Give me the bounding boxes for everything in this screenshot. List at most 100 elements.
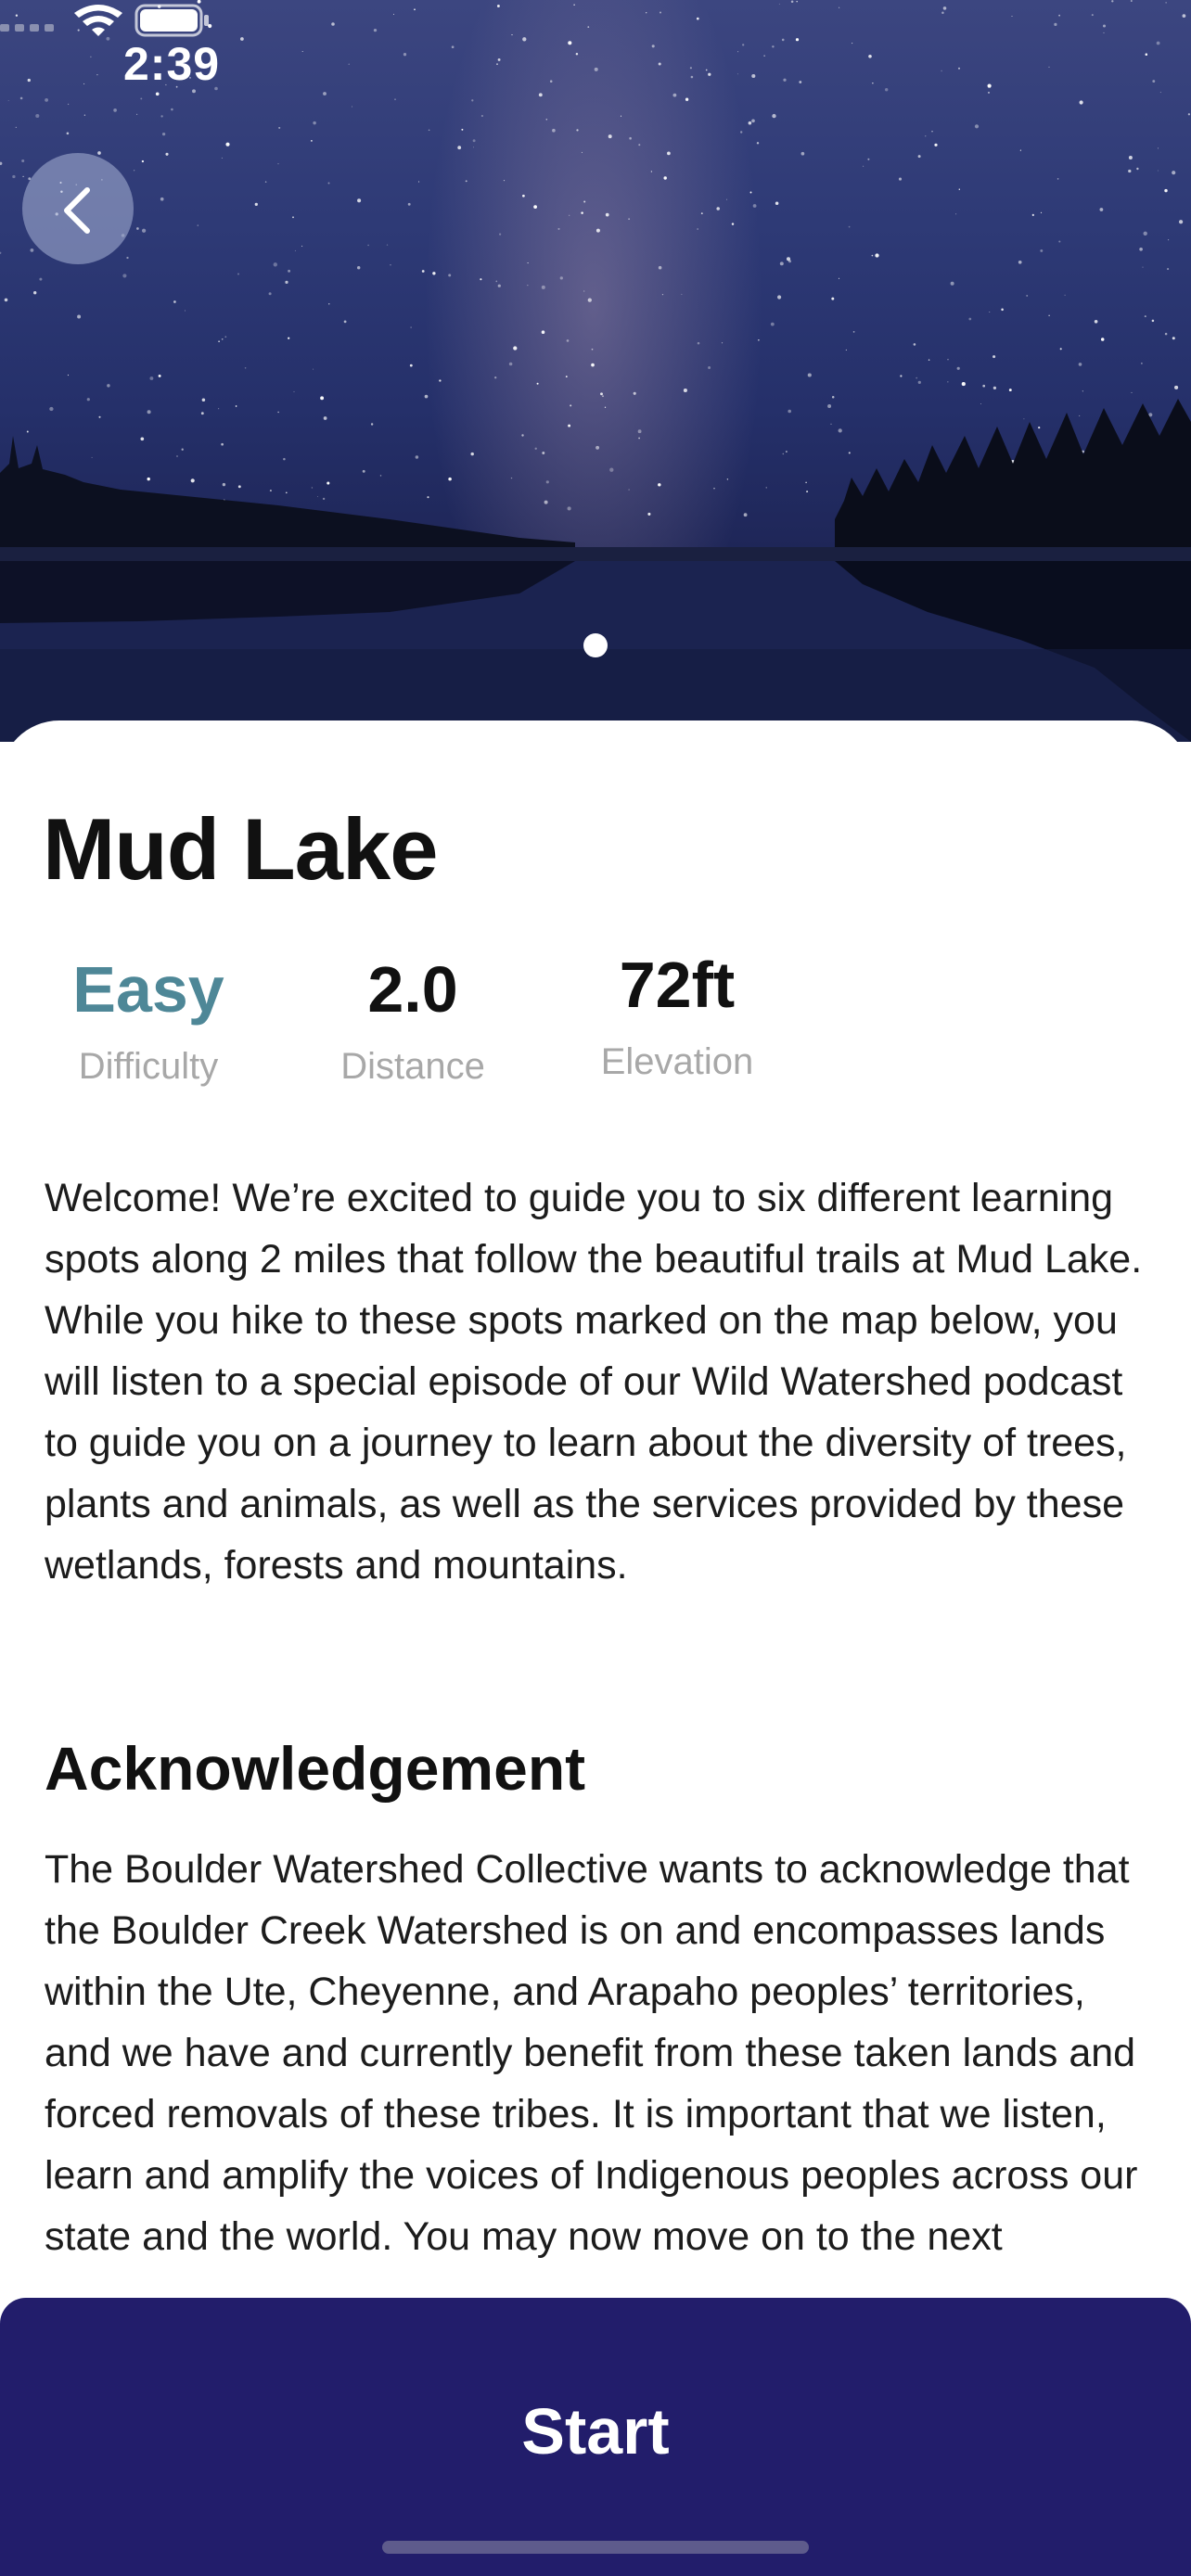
star bbox=[925, 135, 927, 137]
star bbox=[765, 487, 767, 489]
star bbox=[190, 478, 195, 483]
star bbox=[311, 140, 313, 142]
star bbox=[772, 45, 775, 48]
star bbox=[786, 451, 788, 453]
star bbox=[1048, 66, 1050, 68]
star bbox=[1040, 211, 1043, 214]
star bbox=[559, 276, 563, 280]
star bbox=[448, 477, 452, 481]
star bbox=[83, 114, 86, 116]
star bbox=[317, 496, 318, 498]
star bbox=[1094, 319, 1098, 324]
star bbox=[244, 367, 247, 369]
star bbox=[961, 382, 966, 387]
elevation-label: Elevation bbox=[600, 1041, 754, 1082]
star bbox=[605, 212, 609, 217]
star bbox=[1079, 414, 1081, 416]
star bbox=[457, 146, 462, 150]
star bbox=[1130, 0, 1133, 2]
elevation-value: 72ft bbox=[619, 949, 736, 1021]
star bbox=[184, 310, 186, 312]
home-indicator bbox=[382, 2541, 809, 2554]
star bbox=[113, 108, 117, 112]
stat-distance: 2.0 Distance bbox=[320, 957, 506, 1088]
star bbox=[176, 455, 178, 457]
star bbox=[1103, 32, 1105, 33]
star bbox=[1026, 294, 1029, 297]
star bbox=[200, 412, 204, 415]
star bbox=[66, 132, 70, 135]
star bbox=[39, 277, 43, 281]
star bbox=[237, 273, 239, 275]
star bbox=[651, 45, 655, 48]
star bbox=[758, 338, 760, 341]
star bbox=[737, 51, 739, 53]
star bbox=[716, 207, 720, 210]
star bbox=[521, 434, 524, 437]
star bbox=[725, 198, 728, 200]
star bbox=[916, 376, 918, 379]
star bbox=[538, 93, 543, 97]
wifi-icon bbox=[74, 5, 122, 36]
star bbox=[1164, 332, 1168, 336]
star bbox=[581, 211, 583, 214]
star bbox=[225, 142, 230, 147]
star bbox=[235, 405, 237, 407]
star bbox=[1048, 314, 1050, 316]
star bbox=[667, 151, 671, 156]
star bbox=[795, 38, 800, 42]
star bbox=[838, 428, 842, 433]
star bbox=[740, 131, 743, 134]
star bbox=[805, 481, 807, 484]
star bbox=[1128, 169, 1132, 173]
star bbox=[27, 78, 31, 83]
star bbox=[343, 320, 347, 324]
star bbox=[19, 96, 23, 100]
star bbox=[155, 92, 160, 96]
star bbox=[781, 38, 785, 42]
star bbox=[313, 368, 314, 370]
chevron-left-icon bbox=[64, 187, 90, 234]
star bbox=[221, 338, 224, 340]
star bbox=[1054, 22, 1057, 26]
star bbox=[987, 91, 991, 94]
star bbox=[1152, 80, 1156, 83]
star bbox=[871, 254, 874, 257]
star bbox=[950, 281, 954, 286]
star bbox=[173, 300, 176, 303]
distance-label: Distance bbox=[340, 1046, 485, 1087]
back-button[interactable] bbox=[22, 153, 134, 264]
star bbox=[749, 191, 752, 194]
star bbox=[957, 67, 961, 70]
star bbox=[277, 162, 279, 165]
star bbox=[49, 406, 54, 412]
star bbox=[633, 391, 636, 395]
star bbox=[86, 398, 90, 402]
star bbox=[942, 6, 947, 10]
star bbox=[403, 53, 407, 57]
star bbox=[1139, 247, 1143, 251]
star bbox=[982, 384, 986, 388]
star bbox=[552, 128, 556, 133]
star bbox=[237, 485, 241, 489]
star bbox=[1131, 391, 1133, 393]
star bbox=[831, 396, 835, 399]
star bbox=[107, 384, 110, 388]
star bbox=[288, 337, 290, 339]
star bbox=[565, 376, 568, 377]
star bbox=[264, 181, 267, 183]
star bbox=[800, 151, 805, 156]
star bbox=[218, 340, 220, 343]
carousel-page-indicator[interactable] bbox=[583, 633, 608, 657]
star bbox=[141, 159, 145, 163]
star bbox=[0, 251, 2, 255]
star bbox=[545, 480, 549, 484]
star bbox=[428, 129, 430, 132]
star bbox=[587, 298, 592, 302]
start-button[interactable]: Start bbox=[0, 2298, 1191, 2576]
star bbox=[1141, 363, 1143, 364]
star bbox=[91, 456, 93, 458]
star bbox=[222, 482, 226, 487]
star bbox=[770, 322, 775, 326]
star bbox=[327, 481, 330, 485]
